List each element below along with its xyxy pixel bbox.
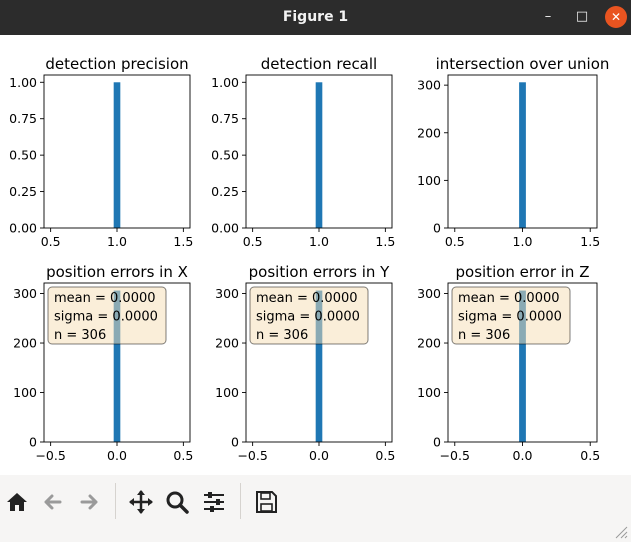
minimize-button[interactable]: –	[537, 6, 559, 28]
stats-line: n = 306	[458, 328, 510, 343]
subplot-title: position error in Z	[456, 263, 590, 281]
x-tick-label: 0.0	[309, 448, 329, 463]
close-icon: ✕	[610, 10, 622, 24]
minimize-icon: –	[544, 9, 552, 24]
histogram-bar	[519, 82, 526, 229]
pan-icon	[129, 490, 153, 514]
x-tick-label: −0.5	[237, 448, 267, 463]
toolbar-separator	[115, 483, 116, 519]
y-tick-label: 0	[433, 435, 441, 450]
subplot-4: position errors in X −0.5 0.0 0.5 0 100 200 300…	[13, 263, 193, 463]
y-tick-label: 0.50	[211, 148, 239, 163]
subplot-title: position errors in Y	[249, 263, 391, 281]
y-tick-label: 100	[13, 385, 37, 400]
y-tick-label: 0.25	[211, 184, 239, 199]
y-tick-label: 0.25	[9, 184, 37, 199]
zoom-button[interactable]	[162, 487, 192, 517]
x-tick-label: −0.5	[35, 448, 65, 463]
subplot-3: intersection over union 0.5 1.0 1.5 0 100 200 3…	[417, 55, 609, 249]
home-icon	[7, 493, 27, 511]
x-tick-label: 0.5	[580, 448, 600, 463]
y-tick-label: 0.50	[9, 148, 37, 163]
x-tick-label: 1.0	[107, 234, 127, 249]
y-tick-label: 300	[215, 286, 239, 301]
stats-line: mean = 0.0000	[54, 291, 156, 306]
histogram-bar	[315, 82, 323, 229]
figure-canvas[interactable]: detection precision0.5 1.0 1.50.000.250.50…	[0, 35, 631, 475]
stats-line: mean = 0.0000	[256, 291, 358, 306]
subplot-title: intersection over union	[436, 55, 610, 73]
back-button[interactable]	[38, 487, 68, 517]
x-tick-label: 0.5	[445, 234, 465, 249]
forward-button[interactable]	[74, 487, 104, 517]
x-tick-label: 0.5	[375, 448, 395, 463]
y-tick-label: 0	[231, 435, 239, 450]
y-tick-label: 200	[13, 336, 37, 351]
stats-line: n = 306	[54, 328, 106, 343]
y-tick-label: 0.75	[211, 111, 239, 126]
close-button[interactable]: ✕	[605, 6, 627, 28]
save-button[interactable]	[251, 487, 281, 517]
y-tick-label: 0.00	[9, 221, 37, 236]
y-tick-label: 100	[417, 173, 441, 188]
y-tick-label: 100	[417, 385, 441, 400]
configure-subplots-icon	[204, 492, 224, 512]
maximize-icon: □	[575, 9, 589, 24]
y-tick-label: 200	[417, 125, 441, 140]
x-tick-label: 1.5	[375, 234, 395, 249]
subplot-title: detection precision	[45, 55, 188, 73]
y-tick-label: 0.00	[211, 221, 239, 236]
stats-line: sigma = 0.0000	[54, 310, 158, 325]
maximize-button[interactable]: □	[571, 6, 593, 28]
y-tick-label: 300	[417, 78, 441, 93]
y-tick-label: 1.00	[9, 75, 37, 90]
x-tick-label: 1.5	[580, 234, 600, 249]
subplot-title: detection recall	[261, 55, 377, 73]
histogram-bar	[113, 82, 121, 229]
x-tick-label: 1.0	[309, 234, 329, 249]
y-tick-label: 200	[417, 336, 441, 351]
y-tick-label: 0	[433, 221, 441, 236]
configure-subplots-button[interactable]	[199, 487, 229, 517]
y-tick-label: 300	[417, 286, 441, 301]
stats-line: sigma = 0.0000	[256, 310, 360, 325]
save-icon	[256, 491, 277, 513]
x-tick-label: 0.0	[513, 448, 533, 463]
y-tick-label: 0.75	[9, 111, 37, 126]
resize-grip-icon[interactable]	[612, 523, 628, 539]
stats-line: mean = 0.0000	[458, 291, 560, 306]
y-tick-label: 100	[215, 385, 239, 400]
x-tick-label: −0.5	[440, 448, 470, 463]
toolbar-separator	[240, 483, 241, 519]
y-tick-label: 0	[29, 435, 37, 450]
y-tick-label: 300	[13, 286, 37, 301]
x-tick-label: 0.5	[173, 448, 193, 463]
subplot-title: position errors in X	[46, 263, 188, 281]
y-tick-label: 200	[215, 336, 239, 351]
pan-button[interactable]	[126, 487, 156, 517]
subplot-6: position error in Z −0.5 0.0 0.5 0 100 200 300 m…	[417, 263, 600, 463]
navigation-toolbar	[0, 475, 631, 542]
zoom-icon	[166, 491, 189, 514]
y-tick-label: 1.00	[211, 75, 239, 90]
subplot-5: position errors in Y −0.5 0.0 0.5 0 100 200 300…	[215, 263, 395, 463]
stats-line: sigma = 0.0000	[458, 310, 562, 325]
home-button[interactable]	[2, 487, 32, 517]
subplot-1: detection precision 0.5 1.0 1.5 0.00 0.25 0.50…	[9, 55, 193, 249]
subplot-2: detection recall 0.5 1.0 1.5 0.00 0.25 0.50 0.7…	[211, 55, 395, 249]
x-tick-label: 0.5	[243, 234, 263, 249]
x-tick-label: 0.5	[41, 234, 61, 249]
stats-line: n = 306	[256, 328, 308, 343]
x-tick-label: 1.0	[513, 234, 533, 249]
forward-icon	[80, 494, 98, 510]
x-tick-label: 0.0	[107, 448, 127, 463]
title-bar: Figure 1 – □ ✕	[0, 0, 631, 35]
back-icon	[44, 494, 62, 510]
x-tick-label: 1.5	[173, 234, 193, 249]
